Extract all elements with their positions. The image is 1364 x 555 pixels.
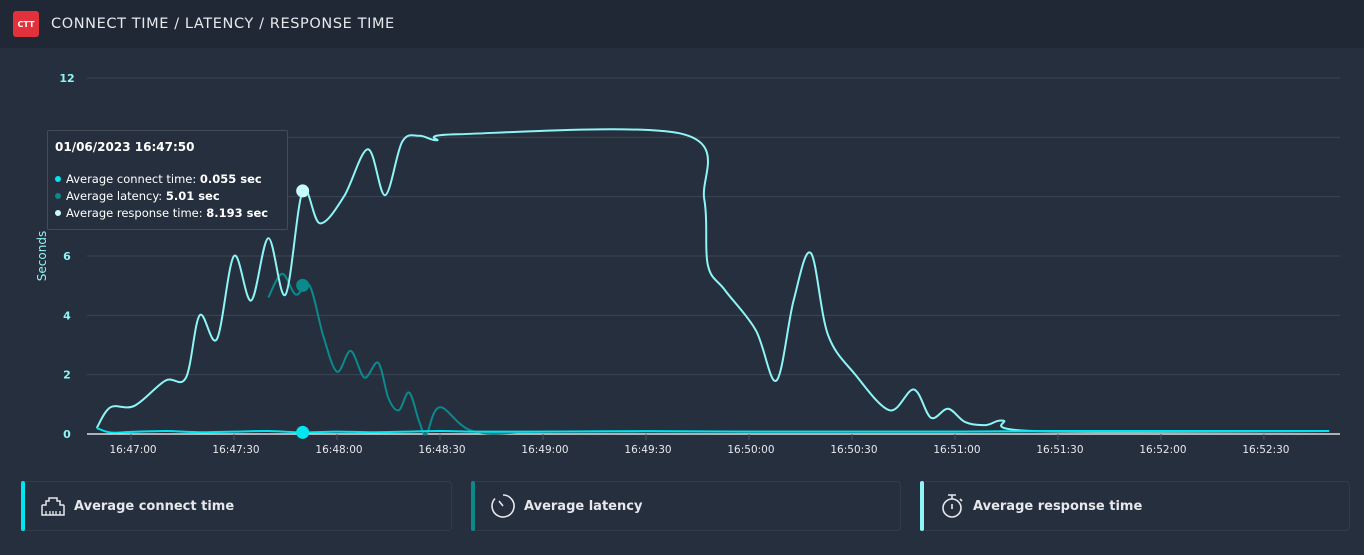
tooltip-label: Average latency:	[66, 189, 166, 203]
y-tick-label: 0	[63, 428, 71, 441]
latency-dot-icon	[55, 193, 61, 199]
x-tick-label: 16:48:30	[418, 444, 465, 456]
stopwatch-icon	[939, 493, 965, 519]
panel-header: CTT CONNECT TIME / LATENCY / RESPONSE TI…	[0, 0, 1364, 48]
line-chart: 024612 16:47:00 16:47:30 16:48:00 16:48:30 1…	[35, 72, 1340, 456]
y-tick-label: 6	[63, 250, 71, 263]
x-tick-label: 16:48:00	[315, 444, 362, 456]
tooltip-value: 0.055 sec	[199, 172, 262, 186]
y-tick-label: 2	[63, 369, 71, 382]
tooltip-row-response: Average response time: 8.193 sec	[55, 206, 268, 220]
legend-color-bar	[920, 481, 924, 531]
x-tick-label: 16:49:30	[624, 444, 671, 456]
legend-color-bar	[471, 481, 475, 531]
x-tick-label: 16:52:00	[1139, 444, 1186, 456]
gauge-timer-icon	[490, 493, 516, 519]
x-tick-labels: 16:47:00 16:47:30 16:48:00 16:48:30 16:49:00…	[109, 444, 1289, 456]
tooltip-date: 01/06/2023 16:47:50	[55, 140, 195, 154]
panel-title: CONNECT TIME / LATENCY / RESPONSE TIME	[51, 16, 395, 32]
ethernet-port-icon	[40, 493, 66, 519]
tooltip-row-connect: Average connect time: 0.055 sec	[55, 172, 262, 186]
legend-label: Average latency	[524, 498, 643, 514]
x-tick-label: 16:50:30	[830, 444, 877, 456]
x-tick-label: 16:47:00	[109, 444, 156, 456]
y-axis-label: Seconds	[35, 231, 49, 281]
x-tick-label: 16:47:30	[212, 444, 259, 456]
y-tick-label: 12	[59, 72, 74, 85]
legend-label: Average connect time	[74, 498, 235, 514]
marker-latency	[296, 278, 310, 292]
tooltip-value: 8.193 sec	[206, 206, 269, 220]
y-tick-labels: 0 2 4 6 12	[59, 72, 74, 441]
tooltip-label: Average response time:	[66, 206, 207, 220]
legend-color-bar	[21, 481, 25, 531]
marker-connect-time	[296, 425, 310, 439]
x-tick-label: 16:49:00	[521, 444, 568, 456]
legend-item-latency[interactable]: Average latency	[471, 481, 901, 531]
legend-item-response-time[interactable]: Average response time	[920, 481, 1350, 531]
x-tick-label: 16:52:30	[1242, 444, 1289, 456]
legend-item-connect-time[interactable]: Average connect time	[21, 481, 452, 531]
tooltip-label: Average connect time:	[66, 172, 200, 186]
y-tick-label: 4	[63, 309, 71, 322]
connect-dot-icon	[55, 176, 61, 182]
x-tick-label: 16:51:00	[933, 444, 980, 456]
legend-label: Average response time	[973, 498, 1143, 514]
chart-tooltip: 01/06/2023 16:47:50 Average connect time…	[47, 130, 288, 230]
x-tick-label: 16:50:00	[727, 444, 774, 456]
marker-response-time	[296, 184, 310, 198]
series-latency-line	[267, 272, 1330, 436]
hover-markers	[296, 184, 310, 439]
tooltip-value: 5.01 sec	[165, 189, 220, 203]
x-tick-label: 16:51:30	[1036, 444, 1083, 456]
response-dot-icon	[55, 210, 61, 216]
ctt-badge: CTT	[13, 11, 39, 37]
tooltip-row-latency: Average latency: 5.01 sec	[55, 189, 220, 203]
